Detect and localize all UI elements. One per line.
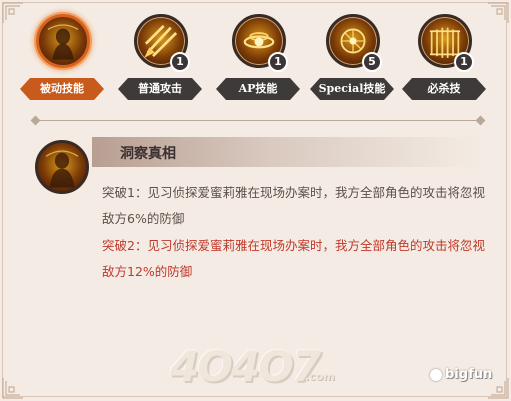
breakthrough-2-description: 突破2：见习侦探爱蜜莉雅在现场办案时，我方全部角色的攻击将忽视敌方12%的防御 <box>102 238 485 279</box>
tab-count-badge: 1 <box>268 52 288 72</box>
tab-count-badge: 1 <box>170 52 190 72</box>
tab-count-badge: 5 <box>362 52 382 72</box>
section-divider <box>36 120 480 121</box>
site-watermark: 4O4O7 <box>170 342 321 391</box>
tab-count-badge: 1 <box>454 52 474 72</box>
bigfun-watermark: bigfun <box>430 367 492 382</box>
tab-passive-skill[interactable]: 被动技能 <box>16 10 108 105</box>
passive-skill-icon <box>36 14 90 68</box>
tab-label: 被动技能 <box>20 78 104 100</box>
tab-label: 必杀技 <box>402 78 486 100</box>
tab-label: AP技能 <box>216 78 300 100</box>
tab-special-skill[interactable]: 5 Special技能 <box>306 10 398 105</box>
tab-label: 普通攻击 <box>118 78 202 100</box>
skill-tabs: 被动技能 1 普通攻击 1 AP技能 5 Special技能 1 必杀技 <box>0 10 511 105</box>
bigfun-logo-icon <box>430 368 442 381</box>
tab-label: Special技能 <box>310 78 394 100</box>
breakthrough-1-description: 突破1：见习侦探爱蜜莉雅在现场办案时，我方全部角色的攻击将忽视敌方6%的防御 <box>102 185 485 226</box>
tab-ap-skill[interactable]: 1 AP技能 <box>212 10 304 105</box>
site-watermark-suffix: .com <box>305 370 335 383</box>
corner-ornament <box>2 377 24 399</box>
tab-ultimate-skill[interactable]: 1 必杀技 <box>398 10 490 105</box>
tab-normal-attack[interactable]: 1 普通攻击 <box>114 10 206 105</box>
bigfun-label: bigfun <box>445 367 493 382</box>
insight-skill-icon <box>35 140 89 194</box>
skill-title: 洞察真相 <box>120 146 176 162</box>
